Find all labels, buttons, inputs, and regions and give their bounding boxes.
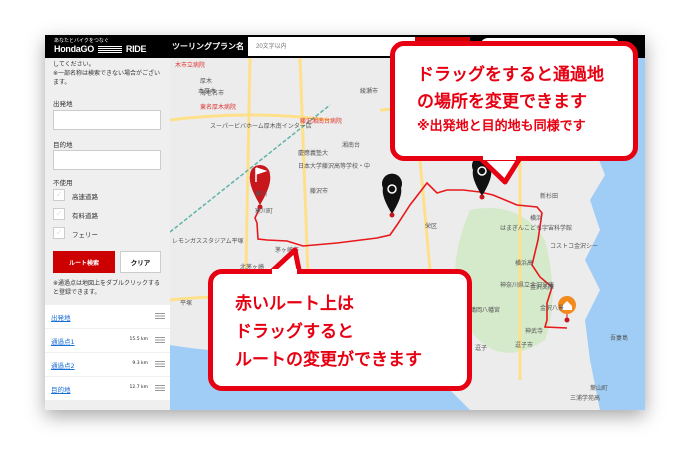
- avoid-toll-checkbox[interactable]: ✓: [53, 208, 65, 220]
- map-place-label: スーパービバホーム厚木南インター店: [210, 123, 312, 130]
- map-place-label: 横浜高: [515, 260, 534, 267]
- start-flag-marker: [249, 165, 271, 210]
- plan-name-label: ツーリングプラン名: [172, 42, 244, 51]
- logo[interactable]: HondaGO RIDE: [54, 44, 147, 54]
- map-place-label: 横浜: [530, 215, 543, 222]
- map-place-label: 藤沢: [315, 273, 328, 280]
- note-top: してください。: [53, 61, 95, 68]
- waypoint-link[interactable]: 目的地: [51, 384, 71, 394]
- map-place-label: 鶴岡八幡宮: [470, 307, 501, 314]
- map-place-label: 茅ヶ崎市: [275, 247, 300, 254]
- clear-button[interactable]: クリア: [120, 251, 161, 273]
- app-window: あなたとバイクをつなぐ HondaGO RIDE ツーリングプラン名 してください…: [45, 35, 645, 410]
- map-place-label: かわのパーク: [410, 110, 447, 117]
- map-place-label: 藤沢湘南台病院: [300, 118, 343, 125]
- avoid-toll-label: 有料道路: [72, 212, 98, 220]
- route-search-button[interactable]: ルート検索: [53, 251, 115, 273]
- plan-action-button[interactable]: [480, 38, 620, 55]
- avoid-label: 不使用: [53, 179, 73, 187]
- waypoint-row: 通過点1 15.5 km: [45, 329, 170, 352]
- map-place-label: 慶應義塾大: [298, 150, 329, 157]
- map-place-label: 金沢八景: [540, 305, 565, 312]
- map-place-label: 木市立病院: [175, 62, 206, 69]
- waypoint-distance: 12.7 km: [129, 385, 148, 390]
- logo-mark: [97, 46, 122, 54]
- destination-label: 目的地: [53, 141, 73, 149]
- logo-text-left: HondaGO: [54, 44, 94, 54]
- sea-area: [560, 58, 645, 410]
- waypoint-row: 出発地: [45, 305, 170, 328]
- drag-handle-icon[interactable]: [155, 361, 165, 367]
- waypoint-link[interactable]: 出発地: [51, 312, 71, 322]
- map[interactable]: 木市立病院 厚木 本厚木 海老名市 綾瀬市 東名厚木病院 スーパービバホーム厚木南インター店…: [170, 58, 645, 410]
- logo-text-right: RIDE: [125, 44, 147, 54]
- map-place-label: 吾妻島: [610, 335, 629, 342]
- waypoint-distance: 15.5 km: [129, 337, 148, 342]
- note-partial: ※一部名称は検索できない場合がございます。: [53, 70, 161, 86]
- sidebar: してください。 ※一部名称は検索できない場合がございます。 出発地 目的地 不使…: [45, 58, 170, 410]
- drag-handle-icon[interactable]: [155, 385, 165, 391]
- map-place-label: 海老名市: [200, 90, 225, 97]
- avoid-ferry-checkbox[interactable]: ✓: [53, 227, 65, 239]
- avoid-highway-checkbox[interactable]: ✓: [53, 189, 65, 201]
- map-canvas: [170, 58, 645, 410]
- map-place-label: 逗子市: [515, 342, 534, 349]
- avoid-ferry-label: フェリー: [72, 231, 98, 239]
- waypoint-list: 出発地 通過点1 15.5 km 通過点2 9.3 km 目的地 12.7 km: [45, 305, 170, 401]
- map-place-label: 厚木: [200, 78, 213, 85]
- map-place-label: 平塚: [180, 300, 193, 307]
- waypoint-1-marker: [382, 173, 402, 218]
- plan-save-button[interactable]: [415, 37, 470, 56]
- map-place-label: 横浜新道: [450, 80, 475, 87]
- map-place-label: はまぎんこども宇宙科学館: [500, 225, 573, 232]
- drag-handle-icon[interactable]: [155, 313, 165, 319]
- plan-name-input[interactable]: [248, 37, 415, 56]
- map-place-label: 寒川町: [255, 208, 274, 215]
- origin-input[interactable]: [53, 110, 161, 130]
- map-place-label: 東名厚木病院: [200, 104, 237, 111]
- map-place-label: 葉山町: [590, 385, 609, 392]
- waypoint-distance: 9.3 km: [132, 361, 148, 366]
- waypoint-row: 通過点2 9.3 km: [45, 353, 170, 376]
- map-place-label: 綾瀬市: [360, 88, 379, 95]
- map-place-label: 北茅ヶ崎: [240, 264, 265, 271]
- map-place-label: 湘南台: [342, 142, 361, 149]
- map-place-label: 藤沢市: [310, 188, 329, 195]
- avoid-highway-label: 高速道路: [72, 193, 98, 201]
- map-place-label: 三浦学苑高: [570, 395, 601, 402]
- map-place-label: 金沢文庫: [530, 284, 555, 291]
- map-place-label: 大船: [380, 273, 393, 280]
- waypoint-link[interactable]: 通過点2: [51, 360, 75, 370]
- map-place-label: 日本大学藤沢高等学校・中: [298, 163, 371, 170]
- map-place-label: 寒川: [255, 191, 268, 198]
- tagline: あなたとバイクをつなぐ: [54, 38, 109, 44]
- destination-input[interactable]: [53, 150, 161, 170]
- sea-area: [170, 345, 470, 410]
- map-place-label: 新杉田: [540, 193, 559, 200]
- waypoint-row: 目的地 12.7 km: [45, 377, 170, 400]
- drag-handle-icon[interactable]: [155, 337, 165, 343]
- origin-label: 出発地: [53, 100, 73, 108]
- map-place-label: 逗子: [475, 345, 488, 352]
- header: あなたとバイクをつなぐ HondaGO RIDE ツーリングプラン名: [45, 35, 645, 58]
- waypoint-2-marker: [472, 155, 492, 200]
- map-place-label: 辻堂: [270, 272, 283, 279]
- waypoint-link[interactable]: 通過点1: [51, 336, 75, 346]
- map-place-label: 栄区: [425, 223, 438, 230]
- map-place-label: レモンガススタジアム平塚: [172, 238, 244, 245]
- map-place-label: 神武寺: [525, 328, 544, 335]
- map-place-label: コストコ金沢シー: [550, 243, 599, 250]
- waypoint-hint: ※通過点は地図上をダブルクリックすると登録できます。: [53, 280, 161, 296]
